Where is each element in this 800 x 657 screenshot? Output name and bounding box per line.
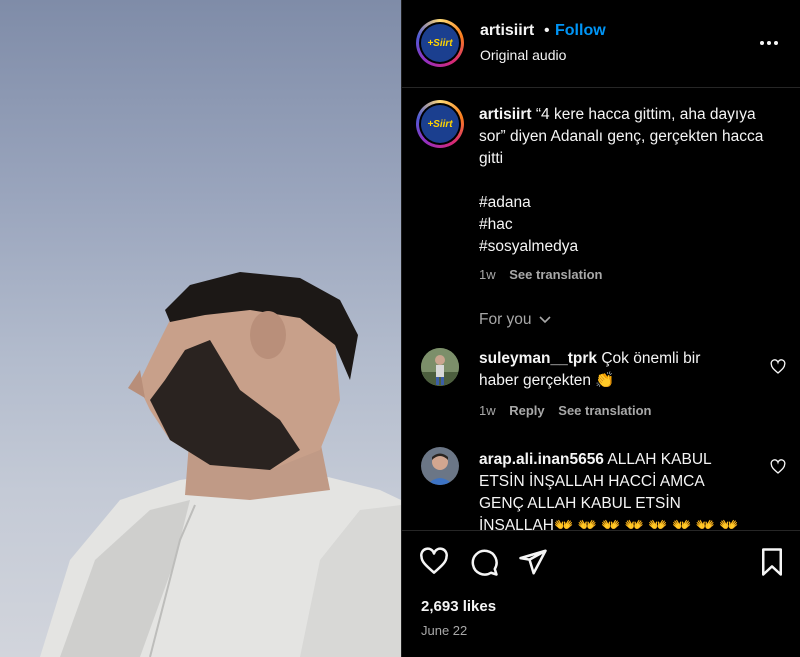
comment-2-username[interactable]: arap.ali.inan5656: [479, 451, 604, 468]
comment-2-text: arap.ali.inan5656 ALLAH KABUL ETSİN İNŞA…: [479, 449, 741, 530]
siirt-logo-icon: +Siirt: [421, 105, 459, 143]
post-video[interactable]: [0, 0, 401, 657]
more-icon[interactable]: [757, 31, 781, 55]
footer-divider: [402, 530, 800, 531]
avatar: [421, 348, 459, 386]
heart-icon[interactable]: [770, 359, 786, 375]
comment-1-username[interactable]: suleyman__tprk: [479, 350, 597, 367]
comment-1-meta: 1w Reply See translation: [479, 403, 651, 418]
likes-count[interactable]: 2,693 likes: [421, 598, 496, 615]
bookmark-icon[interactable]: [757, 547, 787, 577]
caption-meta: 1w See translation: [479, 267, 602, 282]
caption-author-avatar[interactable]: +Siirt: [416, 100, 464, 148]
like-heart-icon[interactable]: [419, 547, 449, 577]
comment-1-text: suleyman__tprk Çok önemli bir haber gerç…: [479, 348, 729, 392]
hashtag-hac[interactable]: #hac: [479, 214, 513, 236]
avatar: [421, 447, 459, 485]
comment-avatar[interactable]: [421, 348, 459, 386]
post-header: +Siirt artisiirt • Follow Original audio: [402, 0, 800, 88]
comment-1-time: 1w: [479, 403, 496, 418]
caption-see-translation[interactable]: See translation: [509, 267, 602, 282]
siirt-logo-icon: +Siirt: [421, 24, 459, 62]
hashtag-adana[interactable]: #adana: [479, 192, 531, 214]
heart-icon[interactable]: [770, 459, 786, 475]
post-details-panel: +Siirt artisiirt • Follow Original audio…: [402, 0, 800, 657]
for-you-label: For you: [479, 311, 532, 328]
post-date: June 22: [421, 623, 468, 638]
caption-text: artisiirt “4 kere hacca gittim, aha dayı…: [479, 104, 779, 170]
comment-icon[interactable]: [469, 547, 499, 577]
caption-time: 1w: [479, 267, 496, 282]
chevron-down-icon: [539, 316, 551, 324]
follow-button[interactable]: Follow: [555, 22, 606, 40]
caption-username[interactable]: artisiirt: [479, 106, 532, 123]
reply-button[interactable]: Reply: [509, 403, 544, 418]
hashtag-sosyalmedya[interactable]: #sosyalmedya: [479, 236, 578, 258]
author-avatar[interactable]: +Siirt: [416, 19, 464, 67]
comments-section[interactable]: +Siirt artisiirt “4 kere hacca gittim, a…: [402, 89, 800, 530]
comment-avatar[interactable]: [421, 447, 459, 485]
author-username[interactable]: artisiirt: [480, 22, 534, 40]
original-audio-link[interactable]: Original audio: [480, 47, 566, 63]
for-you-filter[interactable]: For you: [479, 311, 552, 329]
separator-dot: •: [544, 22, 550, 39]
comment-1-see-translation[interactable]: See translation: [558, 403, 651, 418]
share-icon[interactable]: [518, 547, 548, 577]
video-frame-image: [40, 272, 401, 657]
